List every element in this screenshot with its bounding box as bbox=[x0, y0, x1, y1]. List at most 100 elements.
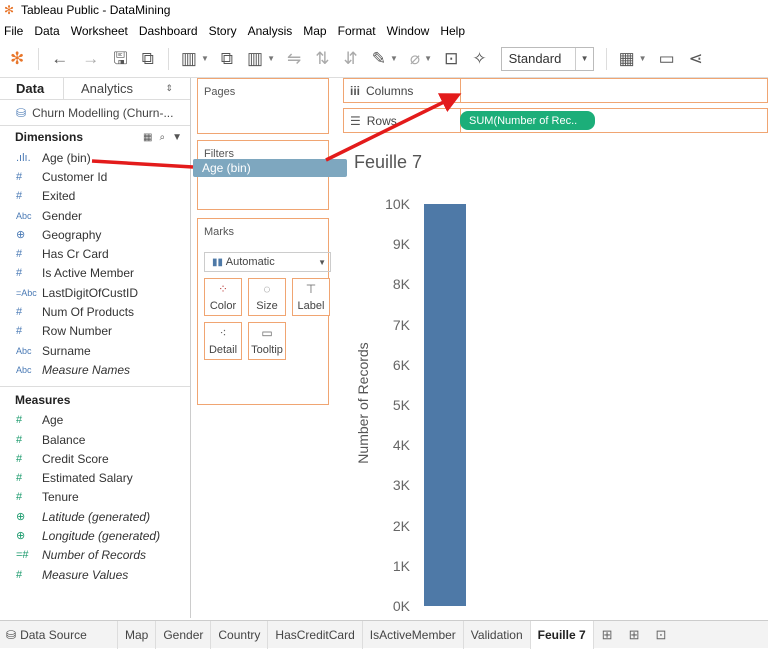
measure-field[interactable]: # Measure Values bbox=[0, 565, 190, 584]
chevron-down-icon[interactable]: ▼ bbox=[201, 54, 209, 63]
menu-story[interactable]: Story bbox=[209, 24, 237, 38]
field-name: Is Active Member bbox=[42, 266, 135, 281]
menu-map[interactable]: Map bbox=[303, 24, 326, 38]
dimension-field[interactable]: # Row Number bbox=[0, 322, 190, 341]
dimension-field[interactable]: # Num Of Products bbox=[0, 302, 190, 321]
group-icon[interactable]: ⌀ bbox=[410, 49, 420, 68]
grid-view-icon[interactable]: ▦ bbox=[143, 132, 152, 143]
menu-analysis[interactable]: Analysis bbox=[248, 24, 293, 38]
dimension-field[interactable]: =Abc LastDigitOfCustID bbox=[0, 283, 190, 302]
dimension-field[interactable]: Abc Surname bbox=[0, 341, 190, 360]
dimension-field[interactable]: Abc Gender bbox=[0, 206, 190, 225]
menu-file[interactable]: File bbox=[4, 24, 23, 38]
forward-arrow-icon[interactable]: → bbox=[82, 49, 99, 68]
dimension-field[interactable]: ⊕ Geography bbox=[0, 225, 190, 244]
sort-ascending-icon[interactable]: ⇅ bbox=[315, 49, 329, 68]
dimension-field[interactable]: # Exited bbox=[0, 187, 190, 206]
show-me-icon[interactable]: ▦ bbox=[619, 49, 635, 68]
dimension-field[interactable]: # Has Cr Card bbox=[0, 244, 190, 263]
tab-data[interactable]: Data bbox=[0, 77, 64, 100]
measure-field[interactable]: =# Number of Records bbox=[0, 546, 190, 565]
measures-section: Measures # Age # Balance # Credit Score # Estim… bbox=[0, 385, 190, 585]
window-title: Tableau Public - DataMining bbox=[21, 3, 171, 17]
filter-pill-age-bin[interactable]: Age (bin) bbox=[193, 159, 347, 177]
menu-format[interactable]: Format bbox=[338, 24, 376, 38]
labels-icon[interactable]: ⊡ bbox=[444, 49, 458, 68]
chevron-down-icon[interactable]: ▼ bbox=[172, 132, 182, 143]
measure-field[interactable]: # Estimated Salary bbox=[0, 468, 190, 487]
datasource-item[interactable]: ⛁ Churn Modelling (Churn-... bbox=[0, 100, 190, 126]
field-name: Estimated Salary bbox=[42, 471, 133, 486]
measure-field[interactable]: ⊕ Latitude (generated) bbox=[0, 507, 190, 526]
sort-descending-icon[interactable]: ⇵ bbox=[343, 49, 357, 68]
measures-list: # Age # Balance # Credit Score # Estimated Sala… bbox=[0, 411, 190, 585]
back-arrow-icon[interactable]: ← bbox=[51, 49, 68, 68]
dimensions-list: .ılı. Age (bin) # Customer Id # Exited Abc Gend… bbox=[0, 148, 190, 380]
new-story-icon[interactable]: ⊡ bbox=[647, 621, 674, 649]
dimension-field[interactable]: # Is Active Member bbox=[0, 264, 190, 283]
chevron-down-icon[interactable]: ▼ bbox=[390, 54, 398, 63]
pin-icon[interactable]: ✧ bbox=[472, 49, 486, 68]
menu-worksheet[interactable]: Worksheet bbox=[71, 24, 128, 38]
detail-button[interactable]: ⁖ Detail bbox=[204, 322, 242, 360]
tableau-logo-icon: ✻ bbox=[4, 3, 15, 17]
new-worksheet-icon[interactable]: ⊞ bbox=[594, 621, 621, 649]
bar-mark[interactable] bbox=[424, 204, 466, 606]
clear-sheet-icon[interactable]: ▥ bbox=[247, 49, 263, 68]
new-dashboard-icon[interactable]: ⊞ bbox=[621, 621, 648, 649]
menu-dashboard[interactable]: Dashboard bbox=[139, 24, 198, 38]
tableau-start-icon[interactable]: ✻ bbox=[10, 49, 24, 68]
color-button[interactable]: ⁘ Color bbox=[204, 278, 242, 316]
menu-help[interactable]: Help bbox=[440, 24, 465, 38]
field-type-icon: Abc bbox=[16, 210, 32, 221]
field-name: Age bbox=[42, 413, 64, 428]
chevron-down-icon[interactable]: ▼ bbox=[267, 54, 275, 63]
tab-map[interactable]: Map bbox=[118, 620, 157, 649]
mark-type-select[interactable]: ▮▮ Automatic ▼ bbox=[204, 252, 331, 272]
tooltip-button[interactable]: ▭ Tooltip bbox=[248, 322, 286, 360]
measure-field[interactable]: # Tenure bbox=[0, 488, 190, 507]
presentation-icon[interactable]: ▭ bbox=[659, 49, 675, 68]
tab-data-source[interactable]: ⛁ Data Source bbox=[0, 620, 118, 649]
tab-validation[interactable]: Validation bbox=[464, 620, 531, 649]
duplicate-sheet-icon[interactable]: ⧉ bbox=[221, 49, 233, 68]
dimension-field[interactable]: # Customer Id bbox=[0, 167, 190, 186]
measure-field[interactable]: # Age bbox=[0, 411, 190, 430]
measure-field[interactable]: # Credit Score bbox=[0, 449, 190, 468]
measure-field[interactable]: ⊕ Longitude (generated) bbox=[0, 526, 190, 545]
menu-window[interactable]: Window bbox=[387, 24, 430, 38]
new-worksheet-icon[interactable]: ▥ bbox=[181, 49, 197, 68]
field-type-icon: # bbox=[16, 190, 23, 203]
save-icon[interactable]: 🖫 bbox=[113, 49, 127, 68]
new-datasource-icon[interactable]: ⧉ bbox=[142, 49, 154, 68]
search-icon[interactable]: ⌕ bbox=[159, 132, 165, 143]
columns-shelf[interactable]: iii Columns bbox=[343, 78, 768, 103]
tab-country[interactable]: Country bbox=[211, 620, 269, 649]
tab-gender[interactable]: Gender bbox=[156, 620, 212, 649]
tab-feuille-7[interactable]: Feuille 7 bbox=[530, 620, 594, 649]
measure-field[interactable]: # Balance bbox=[0, 430, 190, 449]
field-name: Tenure bbox=[42, 490, 79, 505]
label-button[interactable]: ⊤ Label bbox=[292, 278, 330, 316]
dimension-field[interactable]: .ılı. Age (bin) bbox=[0, 148, 190, 167]
menu-data[interactable]: Data bbox=[34, 24, 59, 38]
bar-chart-icon: ▮▮ bbox=[212, 257, 226, 268]
size-button[interactable]: ◌ Size bbox=[248, 278, 286, 316]
field-type-icon: =# bbox=[16, 549, 29, 562]
chevron-down-icon: ▼ bbox=[574, 47, 589, 70]
field-type-icon: # bbox=[16, 433, 23, 446]
fit-select[interactable]: Standard ▼ bbox=[500, 46, 594, 71]
share-icon[interactable]: ⋖ bbox=[689, 49, 703, 68]
tab-hascreditcard[interactable]: HasCreditCard bbox=[268, 620, 363, 649]
dimension-field[interactable]: Abc Measure Names bbox=[0, 360, 190, 379]
tab-isactivemember[interactable]: IsActiveMember bbox=[363, 620, 464, 649]
rows-pill-number-of-records[interactable]: SUM(Number of Rec.. bbox=[460, 111, 595, 130]
swap-icon[interactable]: ⇋ bbox=[287, 49, 301, 68]
pages-card[interactable]: Pages bbox=[197, 78, 329, 134]
chevron-down-icon[interactable]: ▼ bbox=[639, 54, 647, 63]
database-icon: ⛁ bbox=[6, 627, 17, 642]
tab-analytics[interactable]: Analytics ⇕ bbox=[64, 78, 179, 100]
highlight-icon[interactable]: ✎ bbox=[372, 49, 386, 68]
chevron-down-icon[interactable]: ▼ bbox=[424, 54, 432, 63]
field-name: Customer Id bbox=[42, 169, 108, 184]
